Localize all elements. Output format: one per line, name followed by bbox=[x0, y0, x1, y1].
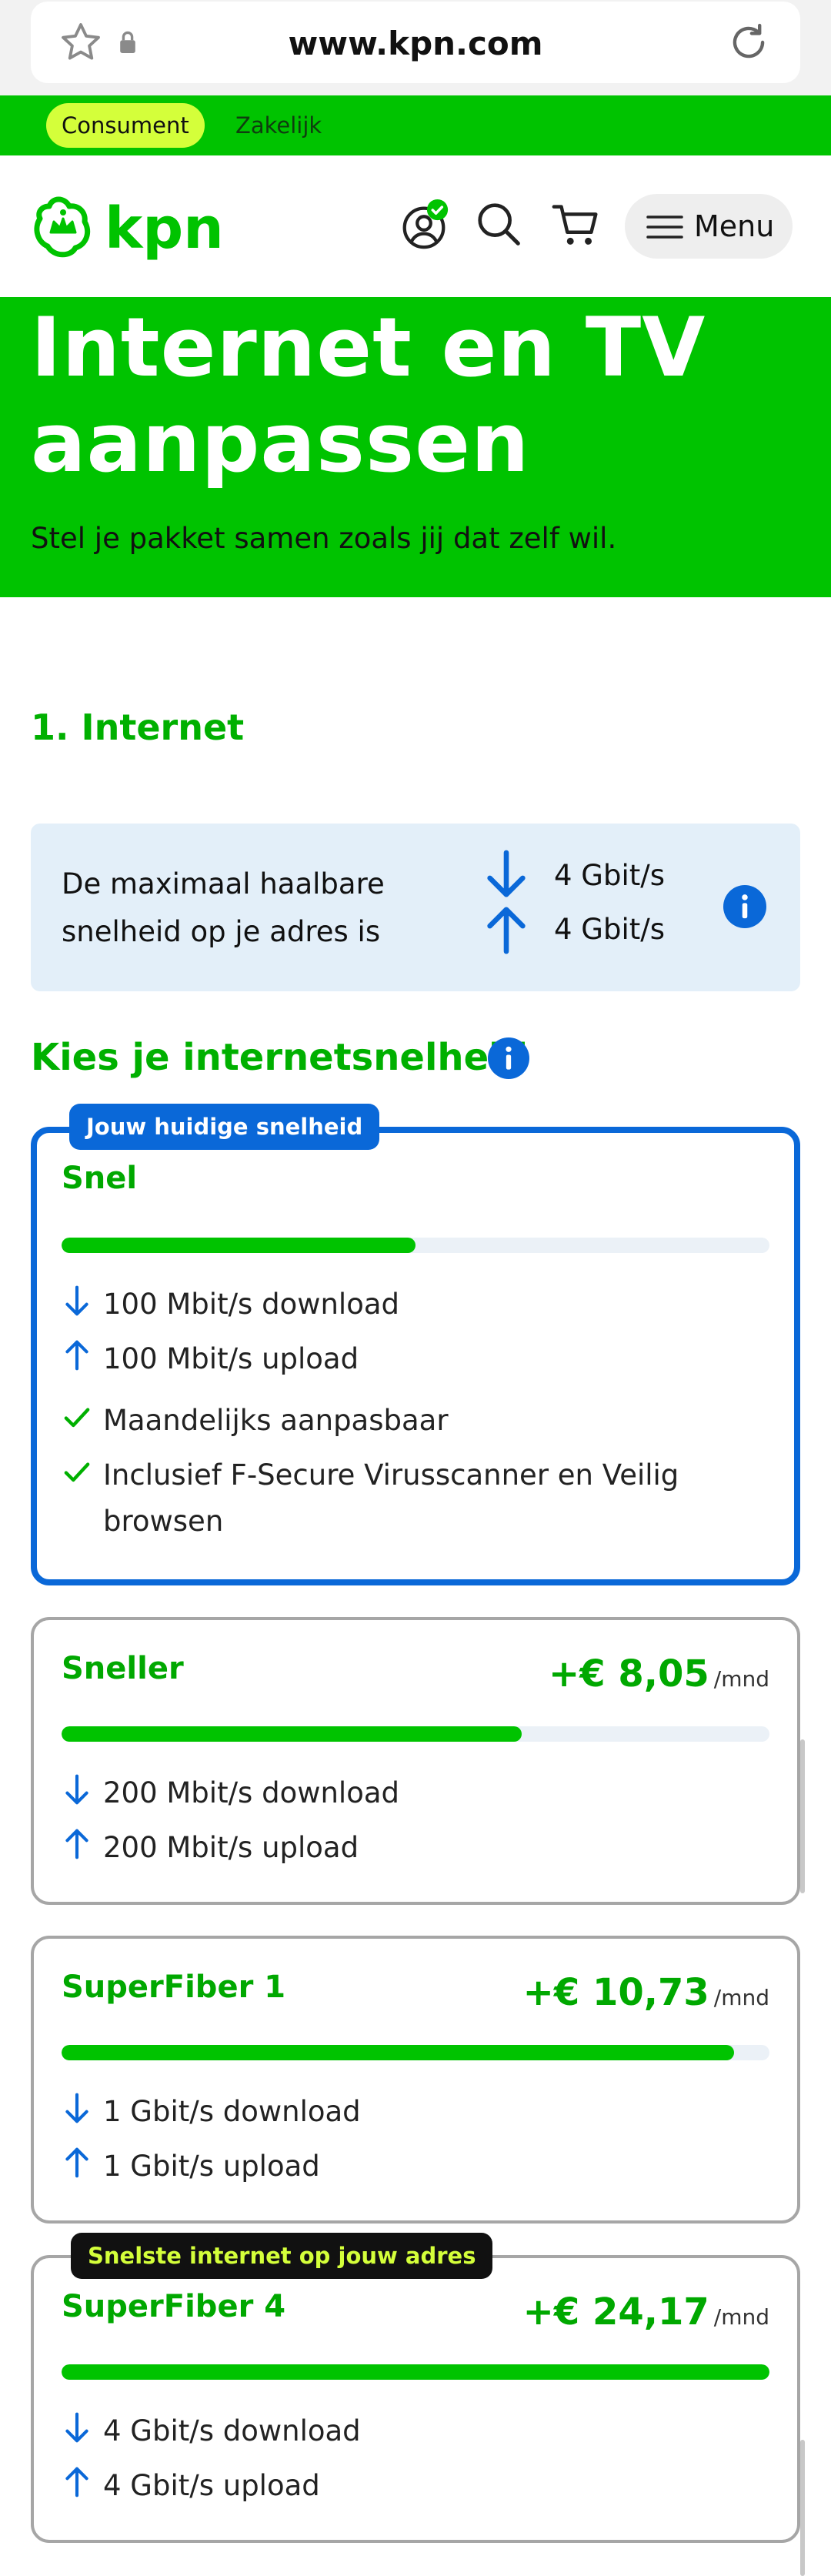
download-arrow-icon bbox=[487, 850, 526, 897]
plan-card-superfiber-1[interactable]: SuperFiber 1 +€ 10,73/mnd 1 Gbit/s downl… bbox=[31, 1936, 800, 2224]
price-unit: /mnd bbox=[713, 1666, 769, 1692]
max-download-speed: 4 Gbit/s bbox=[554, 859, 665, 892]
download-arrow-icon bbox=[65, 1774, 88, 1805]
speed-bar-fill bbox=[62, 1238, 416, 1253]
scrollbar-thumb[interactable] bbox=[800, 1739, 805, 1893]
plan-name: Snel bbox=[62, 1161, 138, 1196]
scrollbar-thumb[interactable] bbox=[800, 2440, 805, 2576]
cart-icon[interactable] bbox=[549, 198, 603, 252]
checkmark-icon bbox=[64, 1462, 90, 1482]
upload-speed: 200 Mbit/s upload bbox=[103, 1831, 359, 1864]
plan-card-snel[interactable]: Snel 100 Mbit/s download 100 Mbit/s uplo… bbox=[31, 1127, 800, 1585]
upload-arrow-icon bbox=[65, 2147, 88, 2178]
upload-speed: 1 Gbit/s upload bbox=[103, 2150, 320, 2183]
page-title: Internet en TV aanpassen bbox=[31, 300, 800, 491]
hamburger-icon bbox=[646, 216, 683, 239]
plan-price: +€ 10,73/mnd bbox=[523, 1971, 769, 2014]
fastest-speed-badge: Snelste internet op jouw adres bbox=[71, 2233, 493, 2279]
menu-button[interactable]: Menu bbox=[625, 194, 793, 259]
max-speed-text: De maximaal haalbare snelheid op je adre… bbox=[62, 860, 462, 956]
speed-bar-fill bbox=[62, 1726, 522, 1742]
segment-bar: Consument Zakelijk bbox=[0, 95, 831, 155]
segment-consument[interactable]: Consument bbox=[46, 103, 205, 148]
account-icon[interactable] bbox=[397, 198, 451, 252]
url-text[interactable]: www.kpn.com bbox=[31, 25, 800, 62]
speed-bar bbox=[62, 2045, 769, 2060]
page-title-line2: aanpassen bbox=[31, 396, 530, 490]
browser-toolbar: www.kpn.com bbox=[0, 0, 831, 95]
site-header: kpn Menu bbox=[0, 155, 831, 297]
feature-text: Inclusief F-Secure Virusscanner en Veili… bbox=[103, 1458, 679, 1492]
section-title-internet: 1. Internet bbox=[31, 707, 245, 748]
download-arrow-icon bbox=[65, 1285, 88, 1316]
max-speed-text-line2: snelheid op je adres is bbox=[62, 915, 381, 948]
upload-arrow-icon bbox=[65, 1829, 88, 1859]
plan-name: SuperFiber 1 bbox=[62, 1970, 286, 2005]
plan-card-superfiber-4[interactable]: SuperFiber 4 +€ 24,17/mnd 4 Gbit/s downl… bbox=[31, 2255, 800, 2543]
price-amount: +€ 24,17 bbox=[522, 2290, 709, 2334]
max-upload-speed: 4 Gbit/s bbox=[554, 913, 665, 946]
upload-speed: 4 Gbit/s upload bbox=[103, 2469, 320, 2502]
reload-icon[interactable] bbox=[725, 18, 773, 66]
hero-banner: Internet en TV aanpassen Stel je pakket … bbox=[0, 297, 831, 597]
menu-label: Menu bbox=[694, 209, 775, 243]
download-arrow-icon bbox=[65, 2412, 88, 2443]
price-unit: /mnd bbox=[713, 1985, 769, 2010]
speed-bar bbox=[62, 1726, 769, 1742]
checkmark-icon bbox=[64, 1408, 90, 1428]
upload-arrow-icon bbox=[487, 907, 526, 954]
download-speed: 1 Gbit/s download bbox=[103, 2095, 361, 2128]
speed-bar-fill bbox=[62, 2364, 769, 2380]
feature-text: Maandelijks aanpasbaar bbox=[103, 1404, 449, 1437]
upload-arrow-icon bbox=[65, 1340, 88, 1371]
kpn-logo-text: kpn bbox=[105, 195, 223, 262]
price-amount: +€ 8,05 bbox=[549, 1652, 709, 1696]
speed-bar bbox=[62, 1238, 769, 1253]
speed-bar-fill bbox=[62, 2045, 734, 2060]
download-speed: 100 Mbit/s download bbox=[103, 1288, 399, 1321]
current-speed-badge: Jouw huidige snelheid bbox=[69, 1104, 380, 1150]
address-bar[interactable]: www.kpn.com bbox=[31, 2, 800, 83]
plan-card-sneller[interactable]: Sneller +€ 8,05/mnd 200 Mbit/s download … bbox=[31, 1617, 800, 1905]
max-speed-text-line1: De maximaal haalbare bbox=[62, 867, 385, 900]
plan-name: Sneller bbox=[62, 1651, 184, 1686]
hero-subtitle: Stel je pakket samen zoals jij dat zelf … bbox=[31, 522, 617, 555]
search-icon[interactable] bbox=[472, 198, 526, 252]
download-arrow-icon bbox=[65, 2093, 88, 2123]
info-icon[interactable] bbox=[488, 1037, 529, 1079]
segment-zakelijk[interactable]: Zakelijk bbox=[235, 103, 322, 148]
feature-text-continued: browsen bbox=[103, 1505, 224, 1538]
plan-name: SuperFiber 4 bbox=[62, 2289, 286, 2324]
upload-speed: 100 Mbit/s upload bbox=[103, 1342, 359, 1375]
plan-price: +€ 24,17/mnd bbox=[523, 2290, 769, 2334]
price-unit: /mnd bbox=[713, 2304, 769, 2330]
kpn-logo[interactable]: kpn bbox=[31, 188, 223, 265]
download-speed: 200 Mbit/s download bbox=[103, 1776, 399, 1809]
info-icon[interactable] bbox=[723, 885, 766, 928]
upload-arrow-icon bbox=[65, 2467, 88, 2497]
download-speed: 4 Gbit/s download bbox=[103, 2414, 361, 2447]
plan-price: +€ 8,05/mnd bbox=[549, 1652, 769, 1696]
choose-speed-title: Kies je internetsnelheid bbox=[31, 1036, 528, 1079]
speed-bar bbox=[62, 2364, 769, 2380]
page-title-line1: Internet en TV bbox=[31, 300, 706, 395]
max-speed-infobox: De maximaal haalbare snelheid op je adre… bbox=[31, 824, 800, 991]
price-amount: +€ 10,73 bbox=[522, 1971, 709, 2014]
